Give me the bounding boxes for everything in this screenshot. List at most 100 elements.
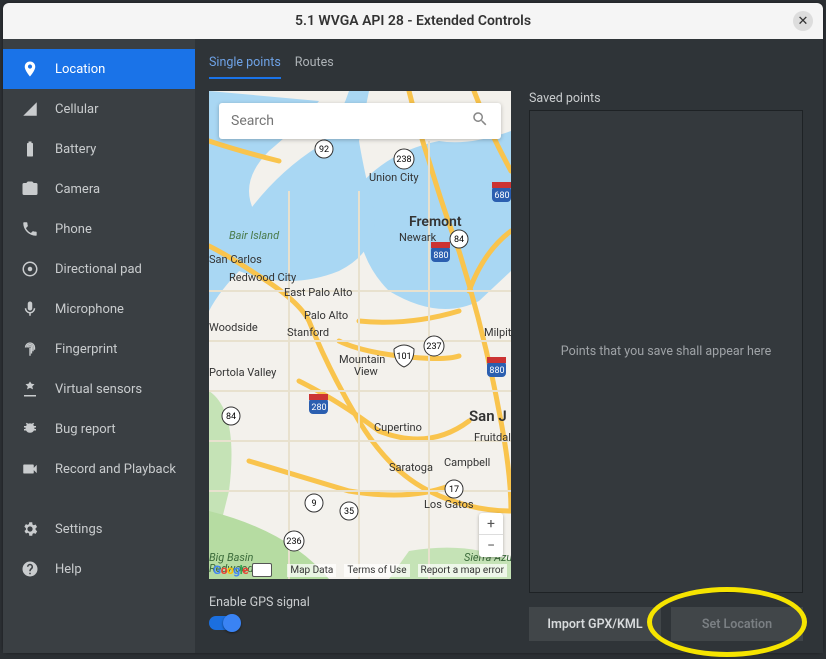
saved-points-label: Saved points <box>529 91 803 106</box>
svg-text:101: 101 <box>396 352 411 362</box>
zoom-in-button[interactable]: + <box>479 513 503 535</box>
shield-880b: 880 <box>487 357 506 377</box>
titlebar: 5.1 WVGA API 28 - Extended Controls ✕ <box>3 3 823 39</box>
svg-text:237: 237 <box>426 342 441 352</box>
battery-icon <box>21 140 39 158</box>
svg-text:35: 35 <box>344 507 354 517</box>
svg-text:238: 238 <box>396 155 411 165</box>
map-search-box <box>219 103 501 139</box>
tab-routes[interactable]: Routes <box>295 53 334 79</box>
sidebar-item-phone[interactable]: Phone <box>3 209 195 249</box>
sidebar-item-label: Microphone <box>55 302 124 317</box>
svg-text:880: 880 <box>433 251 448 261</box>
map-label-woodside: Woodside <box>209 321 258 334</box>
svg-text:92: 92 <box>319 145 329 155</box>
google-logo: Google <box>213 563 248 577</box>
map-label-bair: Bair Island <box>229 229 280 242</box>
shield-680: 680 <box>492 182 511 202</box>
sensors-icon <box>21 380 39 398</box>
sidebar-item-label: Cellular <box>55 102 98 117</box>
tab-single-points[interactable]: Single points <box>209 53 281 79</box>
saved-points-box: Points that you save shall appear here <box>529 110 803 593</box>
microphone-icon <box>21 300 39 318</box>
gps-signal-label: Enable GPS signal <box>209 595 511 610</box>
svg-text:84: 84 <box>454 235 464 245</box>
map-label-cupertino: Cupertino <box>374 421 422 434</box>
phone-icon <box>21 220 39 238</box>
report-error-link[interactable]: Report a map error <box>418 564 507 577</box>
window-title: 5.1 WVGA API 28 - Extended Controls <box>295 13 531 29</box>
sidebar-item-dpad[interactable]: Directional pad <box>3 249 195 289</box>
set-location-button[interactable]: Set Location <box>671 607 803 641</box>
keyboard-icon[interactable] <box>252 563 272 577</box>
gps-signal-toggle[interactable] <box>209 616 239 630</box>
main-panel: Single points Routes <box>195 39 823 653</box>
map-view[interactable]: Union City Fremont Newark Bair Island Sa… <box>209 91 511 579</box>
sidebar-item-cellular[interactable]: Cellular <box>3 89 195 129</box>
map-label-epa: East Palo Alto <box>284 286 352 299</box>
search-icon <box>471 110 489 132</box>
sidebar-item-label: Fingerprint <box>55 342 117 357</box>
map-canvas: Union City Fremont Newark Bair Island Sa… <box>209 91 511 579</box>
map-label-saratoga: Saratoga <box>389 461 433 474</box>
shield-880a: 880 <box>431 242 450 262</box>
sidebar-item-label: Camera <box>55 182 100 197</box>
zoom-out-button[interactable]: − <box>479 535 503 557</box>
sidebar-item-settings[interactable]: Settings <box>3 509 195 549</box>
camera-icon <box>21 180 39 198</box>
sidebar-item-camera[interactable]: Camera <box>3 169 195 209</box>
shield-9: 9 <box>305 494 323 512</box>
close-button[interactable]: ✕ <box>793 11 813 31</box>
map-label-sanj: San J <box>469 407 507 425</box>
sidebar-item-label: Virtual sensors <box>55 382 142 397</box>
sidebar-item-location[interactable]: Location <box>3 49 195 89</box>
sidebar: Location Cellular Battery Camera Phone D… <box>3 39 195 653</box>
sidebar-item-label: Help <box>55 562 82 577</box>
cellular-icon <box>21 100 39 118</box>
bug-icon <box>21 420 39 438</box>
shield-237: 237 <box>424 336 444 356</box>
sidebar-item-sensors[interactable]: Virtual sensors <box>3 369 195 409</box>
record-icon <box>21 460 39 478</box>
sidebar-item-label: Record and Playback <box>55 462 176 477</box>
sidebar-item-microphone[interactable]: Microphone <box>3 289 195 329</box>
sidebar-item-label: Directional pad <box>55 262 142 277</box>
sidebar-item-battery[interactable]: Battery <box>3 129 195 169</box>
map-label-fruitdale: Fruitdale <box>474 431 511 444</box>
sidebar-item-label: Bug report <box>55 422 116 437</box>
shield-35: 35 <box>340 502 358 520</box>
shield-280: 280 <box>309 394 328 414</box>
gear-icon <box>21 520 39 538</box>
shield-17: 17 <box>445 480 463 498</box>
svg-text:17: 17 <box>449 485 459 495</box>
import-gpx-button[interactable]: Import GPX/KML <box>529 607 661 641</box>
map-label-unioncity: Union City <box>369 171 419 184</box>
search-input[interactable] <box>231 113 471 129</box>
map-label-losgatos: Los Gatos <box>424 498 474 511</box>
fingerprint-icon <box>21 340 39 358</box>
map-data-link[interactable]: Map Data <box>287 564 336 577</box>
map-label-campbell: Campbell <box>444 456 490 469</box>
sidebar-item-label: Location <box>55 62 105 77</box>
terms-link[interactable]: Terms of Use <box>344 564 409 577</box>
svg-text:84: 84 <box>226 412 236 422</box>
sidebar-item-record[interactable]: Record and Playback <box>3 449 195 489</box>
svg-text:236: 236 <box>286 537 301 547</box>
location-icon <box>21 60 39 78</box>
shield-84a: 84 <box>450 230 468 248</box>
svg-text:680: 680 <box>494 191 509 201</box>
location-tabs: Single points Routes <box>209 53 803 79</box>
shield-236: 236 <box>284 531 304 551</box>
svg-text:280: 280 <box>311 403 326 413</box>
sidebar-item-fingerprint[interactable]: Fingerprint <box>3 329 195 369</box>
sidebar-item-label: Settings <box>55 522 102 537</box>
map-footer: Google Map Data Terms of Use Report a ma… <box>213 563 507 577</box>
sidebar-item-help[interactable]: Help <box>3 549 195 589</box>
map-label-milpitas: Milpitas <box>484 326 511 339</box>
map-label-paloalto: Palo Alto <box>304 309 348 322</box>
svg-text:880: 880 <box>489 366 504 376</box>
close-icon: ✕ <box>798 14 809 29</box>
shield-84b: 84 <box>222 407 240 425</box>
sidebar-item-bugreport[interactable]: Bug report <box>3 409 195 449</box>
zoom-control: + − <box>479 513 503 557</box>
